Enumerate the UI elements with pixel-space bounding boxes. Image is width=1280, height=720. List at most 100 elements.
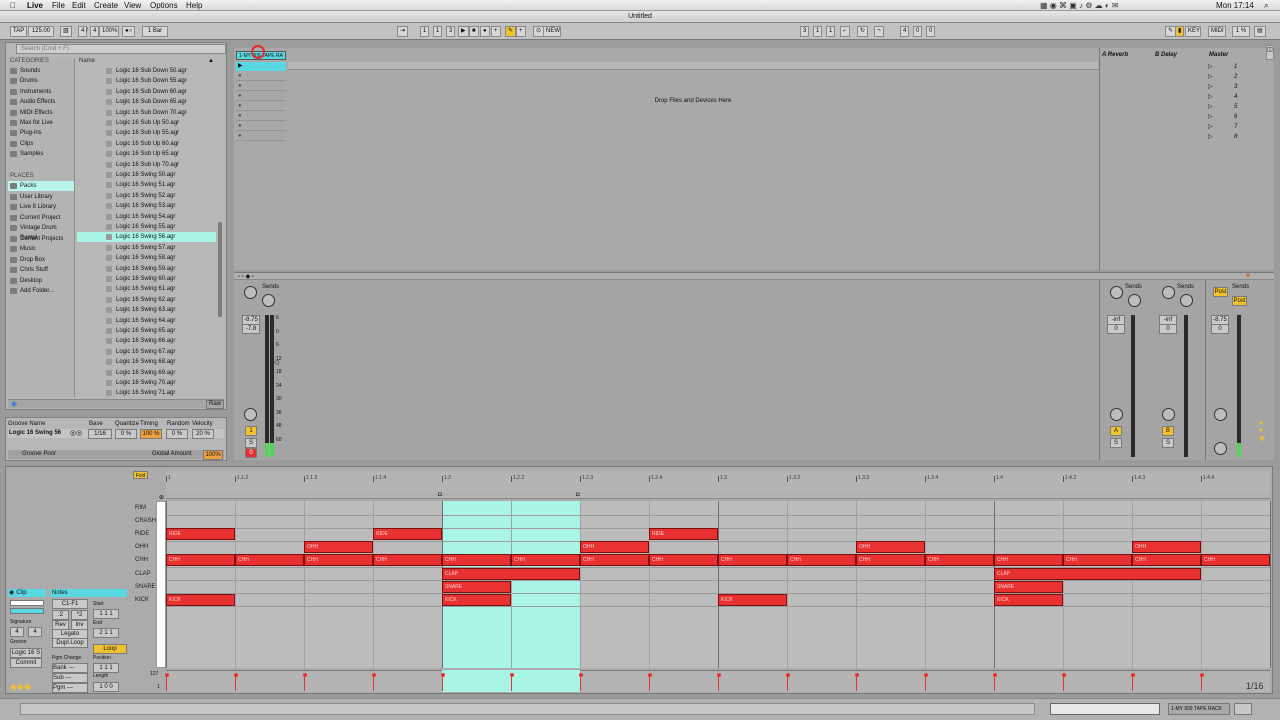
volume-fader-icon[interactable]: ◁ <box>273 358 278 366</box>
velocity-handle[interactable] <box>648 673 652 677</box>
file-item[interactable]: Logic 16 Swing 53.agr <box>77 201 216 211</box>
midi-note[interactable]: RIDE <box>166 528 235 541</box>
file-item[interactable]: Logic 16 Swing 62.agr <box>77 295 216 305</box>
search-input[interactable]: Search (Cmd + F) <box>16 44 226 54</box>
midi-note[interactable]: CHH <box>442 554 511 567</box>
clip-slot[interactable]: ● <box>236 92 286 101</box>
browser-scrollbar[interactable] <box>218 222 222 317</box>
clip-slot[interactable]: ● <box>236 122 286 131</box>
file-item[interactable]: Logic 16 Swing 68.agr <box>77 357 216 367</box>
velocity-stem[interactable] <box>649 675 650 691</box>
preview-bar[interactable]: ◉ Raw <box>8 399 225 409</box>
menu-view[interactable]: View <box>124 1 141 10</box>
place-item[interactable]: Add Folder... <box>8 286 74 296</box>
clip-box-header[interactable]: ◉ Clip <box>8 589 46 597</box>
file-item[interactable]: Logic 16 Swing 64.agr <box>77 316 216 326</box>
quantize-menu[interactable]: 1 Bar <box>142 26 168 37</box>
menu-help[interactable]: Help <box>186 1 202 10</box>
scene-row[interactable]: ▷ 7 <box>1208 122 1240 132</box>
end-field[interactable]: 2 1 1 <box>93 628 119 638</box>
preview-icon[interactable]: ◉ <box>11 400 17 408</box>
midi-note[interactable]: KICK <box>718 593 787 606</box>
drum-row-label[interactable]: CRASH <box>133 515 156 528</box>
file-item[interactable]: Logic 16 Swing 70.agr <box>77 378 216 388</box>
scene-launch-icon[interactable]: ▷ <box>1208 74 1213 80</box>
file-item[interactable]: Logic 16 Swing 66.agr <box>77 336 216 346</box>
midi-note[interactable]: SNARE <box>994 580 1063 593</box>
velocity-stem[interactable] <box>925 675 926 691</box>
pan-knob[interactable] <box>244 286 257 299</box>
velocity-handle[interactable] <box>993 673 997 677</box>
slot-stop-icon[interactable]: ● <box>236 133 242 139</box>
groove-timing-value[interactable]: 100 % <box>140 429 162 439</box>
place-item[interactable]: Current Projects <box>8 234 74 244</box>
crossfade-icons[interactable]: ● ● ◉ <box>1259 420 1265 442</box>
midi-note[interactable]: SNARE <box>442 580 511 593</box>
return-a-solo[interactable]: S <box>1110 438 1122 448</box>
file-item[interactable]: Logic 16 Swing 59.agr <box>77 264 216 274</box>
groove-row-name[interactable]: Logic 16 Swing 56 <box>9 430 61 436</box>
velocity-stem[interactable] <box>1063 675 1064 691</box>
slot-stop-icon[interactable]: ● <box>236 113 242 119</box>
return-b-solo[interactable]: S <box>1162 438 1174 448</box>
clip-groove-select[interactable]: Logic 16 S <box>10 648 42 658</box>
return-b-pan-knob[interactable] <box>1162 286 1175 299</box>
drum-row-label[interactable]: RIDE <box>133 528 156 541</box>
sort-up-icon[interactable]: ▲ <box>208 58 214 64</box>
file-item[interactable]: Logic 16 Swing 60.agr <box>77 274 216 284</box>
record-icon[interactable]: ● <box>480 26 490 37</box>
midi-note[interactable]: CLAP <box>442 567 580 580</box>
velocity-stem[interactable] <box>442 675 443 691</box>
sub-bank-field[interactable]: Sub --- <box>52 673 88 683</box>
velocity-stem[interactable] <box>1201 675 1202 691</box>
return-b-pan[interactable]: 0 <box>1159 324 1177 334</box>
file-item[interactable]: Logic 16 Sub Down 50.agr <box>77 66 216 76</box>
category-item[interactable]: Max for Live <box>8 118 74 128</box>
midi-note[interactable]: CHH <box>1201 554 1270 567</box>
midi-map-button[interactable]: MIDI <box>1208 26 1226 37</box>
menu-file[interactable]: File <box>52 1 65 10</box>
tap-button[interactable]: TAP <box>10 26 28 37</box>
midi-note[interactable]: OHH <box>304 541 373 554</box>
loop-length-sixteenth[interactable]: 0 <box>926 26 936 37</box>
metronome-icon[interactable]: ●○ <box>122 26 136 37</box>
clip-name-field[interactable] <box>10 600 44 606</box>
velocity-stem[interactable] <box>1132 675 1133 691</box>
piano-keys[interactable] <box>156 501 166 668</box>
midi-note[interactable]: KICK <box>166 593 235 606</box>
loop-start-marker-icon[interactable]: ⊕ <box>159 494 164 501</box>
velocity-handle[interactable] <box>717 673 721 677</box>
file-item[interactable]: Logic 16 Sub Up 70.agr <box>77 160 216 170</box>
midi-note[interactable]: RIDE <box>373 528 442 541</box>
velocity-handle[interactable] <box>234 673 238 677</box>
midi-note[interactable]: CHH <box>304 554 373 567</box>
return-b-activator[interactable]: B <box>1162 426 1174 436</box>
automation-arm-icon[interactable]: ✎ <box>505 26 517 37</box>
sig-denominator[interactable]: 4 <box>90 26 100 37</box>
velocity-handle[interactable] <box>1200 673 1204 677</box>
drum-row-label[interactable]: SNARE <box>133 581 156 594</box>
transpose-up-button[interactable]: *2 <box>71 610 88 620</box>
file-item[interactable]: Logic 16 Swing 65.agr <box>77 326 216 336</box>
velocity-handle[interactable] <box>441 673 445 677</box>
scene-row[interactable]: ▷ 5 <box>1208 102 1240 112</box>
velocity-handle[interactable] <box>924 673 928 677</box>
velocity-handle[interactable] <box>786 673 790 677</box>
return-a-send-knob[interactable] <box>1128 294 1141 307</box>
place-item[interactable]: Packs <box>8 181 74 191</box>
clip-slot[interactable]: ● <box>236 132 286 141</box>
scene-launch-icon[interactable]: ▷ <box>1208 114 1213 120</box>
return-b-send-knob[interactable] <box>1180 294 1193 307</box>
track-activator[interactable]: 1 <box>245 426 257 436</box>
nudge-icon[interactable]: ▥ <box>60 26 72 37</box>
drum-row-label[interactable]: OHH <box>133 541 156 554</box>
duplicate-loop-button[interactable]: Dupl.Loop <box>52 638 88 648</box>
loop-start-bar[interactable]: 3 <box>800 26 810 37</box>
place-item[interactable]: User Library <box>8 192 74 202</box>
length-field[interactable]: 1 0 0 <box>93 682 119 692</box>
category-item[interactable]: MIDI Effects <box>8 108 74 118</box>
file-item[interactable]: Logic 16 Sub Up 55.agr <box>77 128 216 138</box>
solo-button[interactable]: S <box>245 438 257 448</box>
velocity-stem[interactable] <box>580 675 581 691</box>
follow-icon[interactable]: ⇥ <box>397 26 409 37</box>
